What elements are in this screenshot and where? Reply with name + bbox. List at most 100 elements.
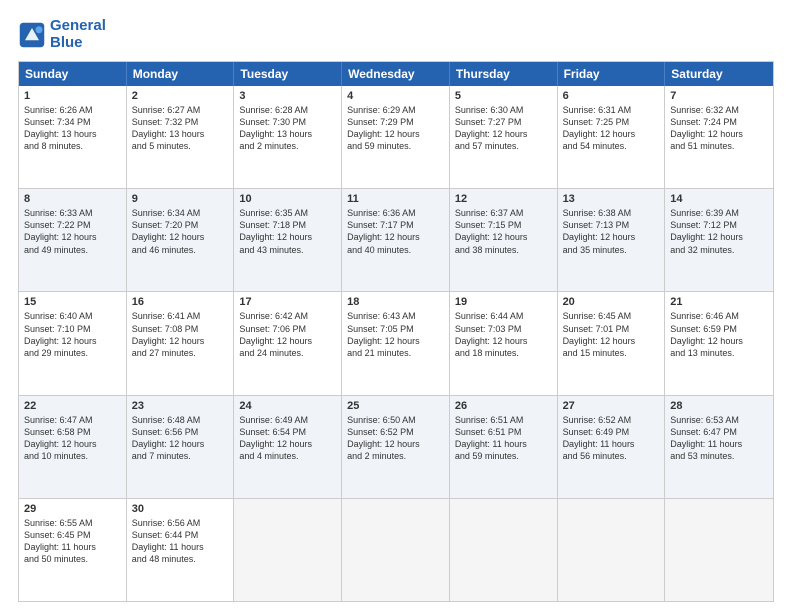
day-number: 23 xyxy=(132,400,229,412)
day-number: 20 xyxy=(563,296,660,308)
day-number: 24 xyxy=(239,400,336,412)
calendar-cell-8: 8 Sunrise: 6:33 AM Sunset: 7:22 PM Daylig… xyxy=(19,189,127,291)
cell-content: Sunrise: 6:37 AM Sunset: 7:15 PM Dayligh… xyxy=(455,207,552,256)
cell-content: Sunrise: 6:30 AM Sunset: 7:27 PM Dayligh… xyxy=(455,104,552,153)
cell-content: Sunrise: 6:33 AM Sunset: 7:22 PM Dayligh… xyxy=(24,207,121,256)
day-number: 11 xyxy=(347,193,444,205)
cell-content: Sunrise: 6:32 AM Sunset: 7:24 PM Dayligh… xyxy=(670,104,768,153)
calendar-cell-30: 30 Sunrise: 6:56 AM Sunset: 6:44 PM Dayli… xyxy=(127,499,235,601)
calendar-row-4: 22Sunrise: 6:47 AM Sunset: 6:58 PM Dayli… xyxy=(19,395,773,498)
day-number: 19 xyxy=(455,296,552,308)
cell-content: Sunrise: 6:45 AM Sunset: 7:01 PM Dayligh… xyxy=(563,310,660,359)
day-number: 14 xyxy=(670,193,768,205)
day-number: 4 xyxy=(347,90,444,102)
logo-text: General Blue xyxy=(50,18,106,51)
calendar-cell-11: 11 Sunrise: 6:36 AM Sunset: 7:17 PM Dayli… xyxy=(342,189,450,291)
calendar-cell-12: 12 Sunrise: 6:37 AM Sunset: 7:15 PM Dayli… xyxy=(450,189,558,291)
day-number: 13 xyxy=(563,193,660,205)
cell-content: Sunrise: 6:44 AM Sunset: 7:03 PM Dayligh… xyxy=(455,310,552,359)
day-number: 17 xyxy=(239,296,336,308)
cell-content: Sunrise: 6:42 AM Sunset: 7:06 PM Dayligh… xyxy=(239,310,336,359)
calendar-cell-6: 6 Sunrise: 6:31 AM Sunset: 7:25 PM Daylig… xyxy=(558,86,666,188)
calendar-cell-13: 13 Sunrise: 6:38 AM Sunset: 7:13 PM Dayli… xyxy=(558,189,666,291)
day-number: 2 xyxy=(132,90,229,102)
calendar-cell-18: 18Sunrise: 6:43 AM Sunset: 7:05 PM Dayli… xyxy=(342,292,450,394)
calendar-cell-20: 20 Sunrise: 6:45 AM Sunset: 7:01 PM Dayli… xyxy=(558,292,666,394)
cell-content: Sunrise: 6:56 AM Sunset: 6:44 PM Dayligh… xyxy=(132,517,229,566)
cell-content: Sunrise: 6:41 AM Sunset: 7:08 PM Dayligh… xyxy=(132,310,229,359)
calendar-cell-1: 1 Sunrise: 6:26 AM Sunset: 7:34 PM Daylig… xyxy=(19,86,127,188)
day-number: 9 xyxy=(132,193,229,205)
calendar-cell-9: 9 Sunrise: 6:34 AM Sunset: 7:20 PM Daylig… xyxy=(127,189,235,291)
day-header-thursday: Thursday xyxy=(450,62,558,86)
cell-content: Sunrise: 6:28 AM Sunset: 7:30 PM Dayligh… xyxy=(239,104,336,153)
cell-content: Sunrise: 6:47 AM Sunset: 6:58 PM Dayligh… xyxy=(24,414,121,463)
calendar-row-3: 15 Sunrise: 6:40 AM Sunset: 7:10 PM Dayli… xyxy=(19,291,773,394)
calendar-cell-5: 5 Sunrise: 6:30 AM Sunset: 7:27 PM Daylig… xyxy=(450,86,558,188)
calendar-cell-10: 10Sunrise: 6:35 AM Sunset: 7:18 PM Dayli… xyxy=(234,189,342,291)
calendar-cell-7: 7 Sunrise: 6:32 AM Sunset: 7:24 PM Daylig… xyxy=(665,86,773,188)
calendar-cell-28: 28 Sunrise: 6:53 AM Sunset: 6:47 PM Dayli… xyxy=(665,396,773,498)
day-number: 18 xyxy=(347,296,444,308)
calendar-cell-27: 27 Sunrise: 6:52 AM Sunset: 6:49 PM Dayli… xyxy=(558,396,666,498)
day-number: 30 xyxy=(132,503,229,515)
day-header-monday: Monday xyxy=(127,62,235,86)
cell-content: Sunrise: 6:46 AM Sunset: 6:59 PM Dayligh… xyxy=(670,310,768,359)
day-number: 3 xyxy=(239,90,336,102)
cell-content: Sunrise: 6:53 AM Sunset: 6:47 PM Dayligh… xyxy=(670,414,768,463)
day-number: 7 xyxy=(670,90,768,102)
cell-content: Sunrise: 6:36 AM Sunset: 7:17 PM Dayligh… xyxy=(347,207,444,256)
cell-content: Sunrise: 6:34 AM Sunset: 7:20 PM Dayligh… xyxy=(132,207,229,256)
day-number: 8 xyxy=(24,193,121,205)
cell-content: Sunrise: 6:26 AM Sunset: 7:34 PM Dayligh… xyxy=(24,104,121,153)
cell-content: Sunrise: 6:55 AM Sunset: 6:45 PM Dayligh… xyxy=(24,517,121,566)
cell-content: Sunrise: 6:51 AM Sunset: 6:51 PM Dayligh… xyxy=(455,414,552,463)
cell-content: Sunrise: 6:31 AM Sunset: 7:25 PM Dayligh… xyxy=(563,104,660,153)
day-number: 28 xyxy=(670,400,768,412)
calendar-cell-14: 14 Sunrise: 6:39 AM Sunset: 7:12 PM Dayli… xyxy=(665,189,773,291)
calendar-cell-23: 23Sunrise: 6:48 AM Sunset: 6:56 PM Dayli… xyxy=(127,396,235,498)
calendar-header: SundayMondayTuesdayWednesdayThursdayFrid… xyxy=(19,62,773,86)
calendar-cell-15: 15 Sunrise: 6:40 AM Sunset: 7:10 PM Dayli… xyxy=(19,292,127,394)
cell-content: Sunrise: 6:29 AM Sunset: 7:29 PM Dayligh… xyxy=(347,104,444,153)
calendar-cell-2: 2Sunrise: 6:27 AM Sunset: 7:32 PM Daylig… xyxy=(127,86,235,188)
day-number: 6 xyxy=(563,90,660,102)
calendar-cell-16: 16 Sunrise: 6:41 AM Sunset: 7:08 PM Dayli… xyxy=(127,292,235,394)
day-number: 25 xyxy=(347,400,444,412)
page-header: General Blue xyxy=(18,18,774,51)
calendar-cell-4: 4 Sunrise: 6:29 AM Sunset: 7:29 PM Daylig… xyxy=(342,86,450,188)
calendar-cell-24: 24 Sunrise: 6:49 AM Sunset: 6:54 PM Dayli… xyxy=(234,396,342,498)
cell-content: Sunrise: 6:52 AM Sunset: 6:49 PM Dayligh… xyxy=(563,414,660,463)
calendar-cell-empty xyxy=(558,499,666,601)
cell-content: Sunrise: 6:49 AM Sunset: 6:54 PM Dayligh… xyxy=(239,414,336,463)
calendar-cell-21: 21Sunrise: 6:46 AM Sunset: 6:59 PM Dayli… xyxy=(665,292,773,394)
day-header-saturday: Saturday xyxy=(665,62,773,86)
cell-content: Sunrise: 6:40 AM Sunset: 7:10 PM Dayligh… xyxy=(24,310,121,359)
calendar: SundayMondayTuesdayWednesdayThursdayFrid… xyxy=(18,61,774,602)
day-number: 1 xyxy=(24,90,121,102)
day-number: 15 xyxy=(24,296,121,308)
calendar-row-1: 1 Sunrise: 6:26 AM Sunset: 7:34 PM Daylig… xyxy=(19,86,773,188)
day-header-tuesday: Tuesday xyxy=(234,62,342,86)
calendar-cell-22: 22Sunrise: 6:47 AM Sunset: 6:58 PM Dayli… xyxy=(19,396,127,498)
day-number: 26 xyxy=(455,400,552,412)
day-number: 27 xyxy=(563,400,660,412)
cell-content: Sunrise: 6:50 AM Sunset: 6:52 PM Dayligh… xyxy=(347,414,444,463)
calendar-cell-26: 26 Sunrise: 6:51 AM Sunset: 6:51 PM Dayli… xyxy=(450,396,558,498)
day-number: 5 xyxy=(455,90,552,102)
calendar-cell-empty xyxy=(234,499,342,601)
cell-content: Sunrise: 6:38 AM Sunset: 7:13 PM Dayligh… xyxy=(563,207,660,256)
day-header-sunday: Sunday xyxy=(19,62,127,86)
calendar-cell-29: 29Sunrise: 6:55 AM Sunset: 6:45 PM Dayli… xyxy=(19,499,127,601)
cell-content: Sunrise: 6:39 AM Sunset: 7:12 PM Dayligh… xyxy=(670,207,768,256)
calendar-cell-empty xyxy=(665,499,773,601)
day-number: 16 xyxy=(132,296,229,308)
logo-icon xyxy=(18,21,46,49)
day-number: 12 xyxy=(455,193,552,205)
logo: General Blue xyxy=(18,18,106,51)
calendar-cell-25: 25 Sunrise: 6:50 AM Sunset: 6:52 PM Dayli… xyxy=(342,396,450,498)
cell-content: Sunrise: 6:35 AM Sunset: 7:18 PM Dayligh… xyxy=(239,207,336,256)
calendar-row-5: 29Sunrise: 6:55 AM Sunset: 6:45 PM Dayli… xyxy=(19,498,773,601)
calendar-cell-empty xyxy=(450,499,558,601)
calendar-cell-3: 3 Sunrise: 6:28 AM Sunset: 7:30 PM Daylig… xyxy=(234,86,342,188)
